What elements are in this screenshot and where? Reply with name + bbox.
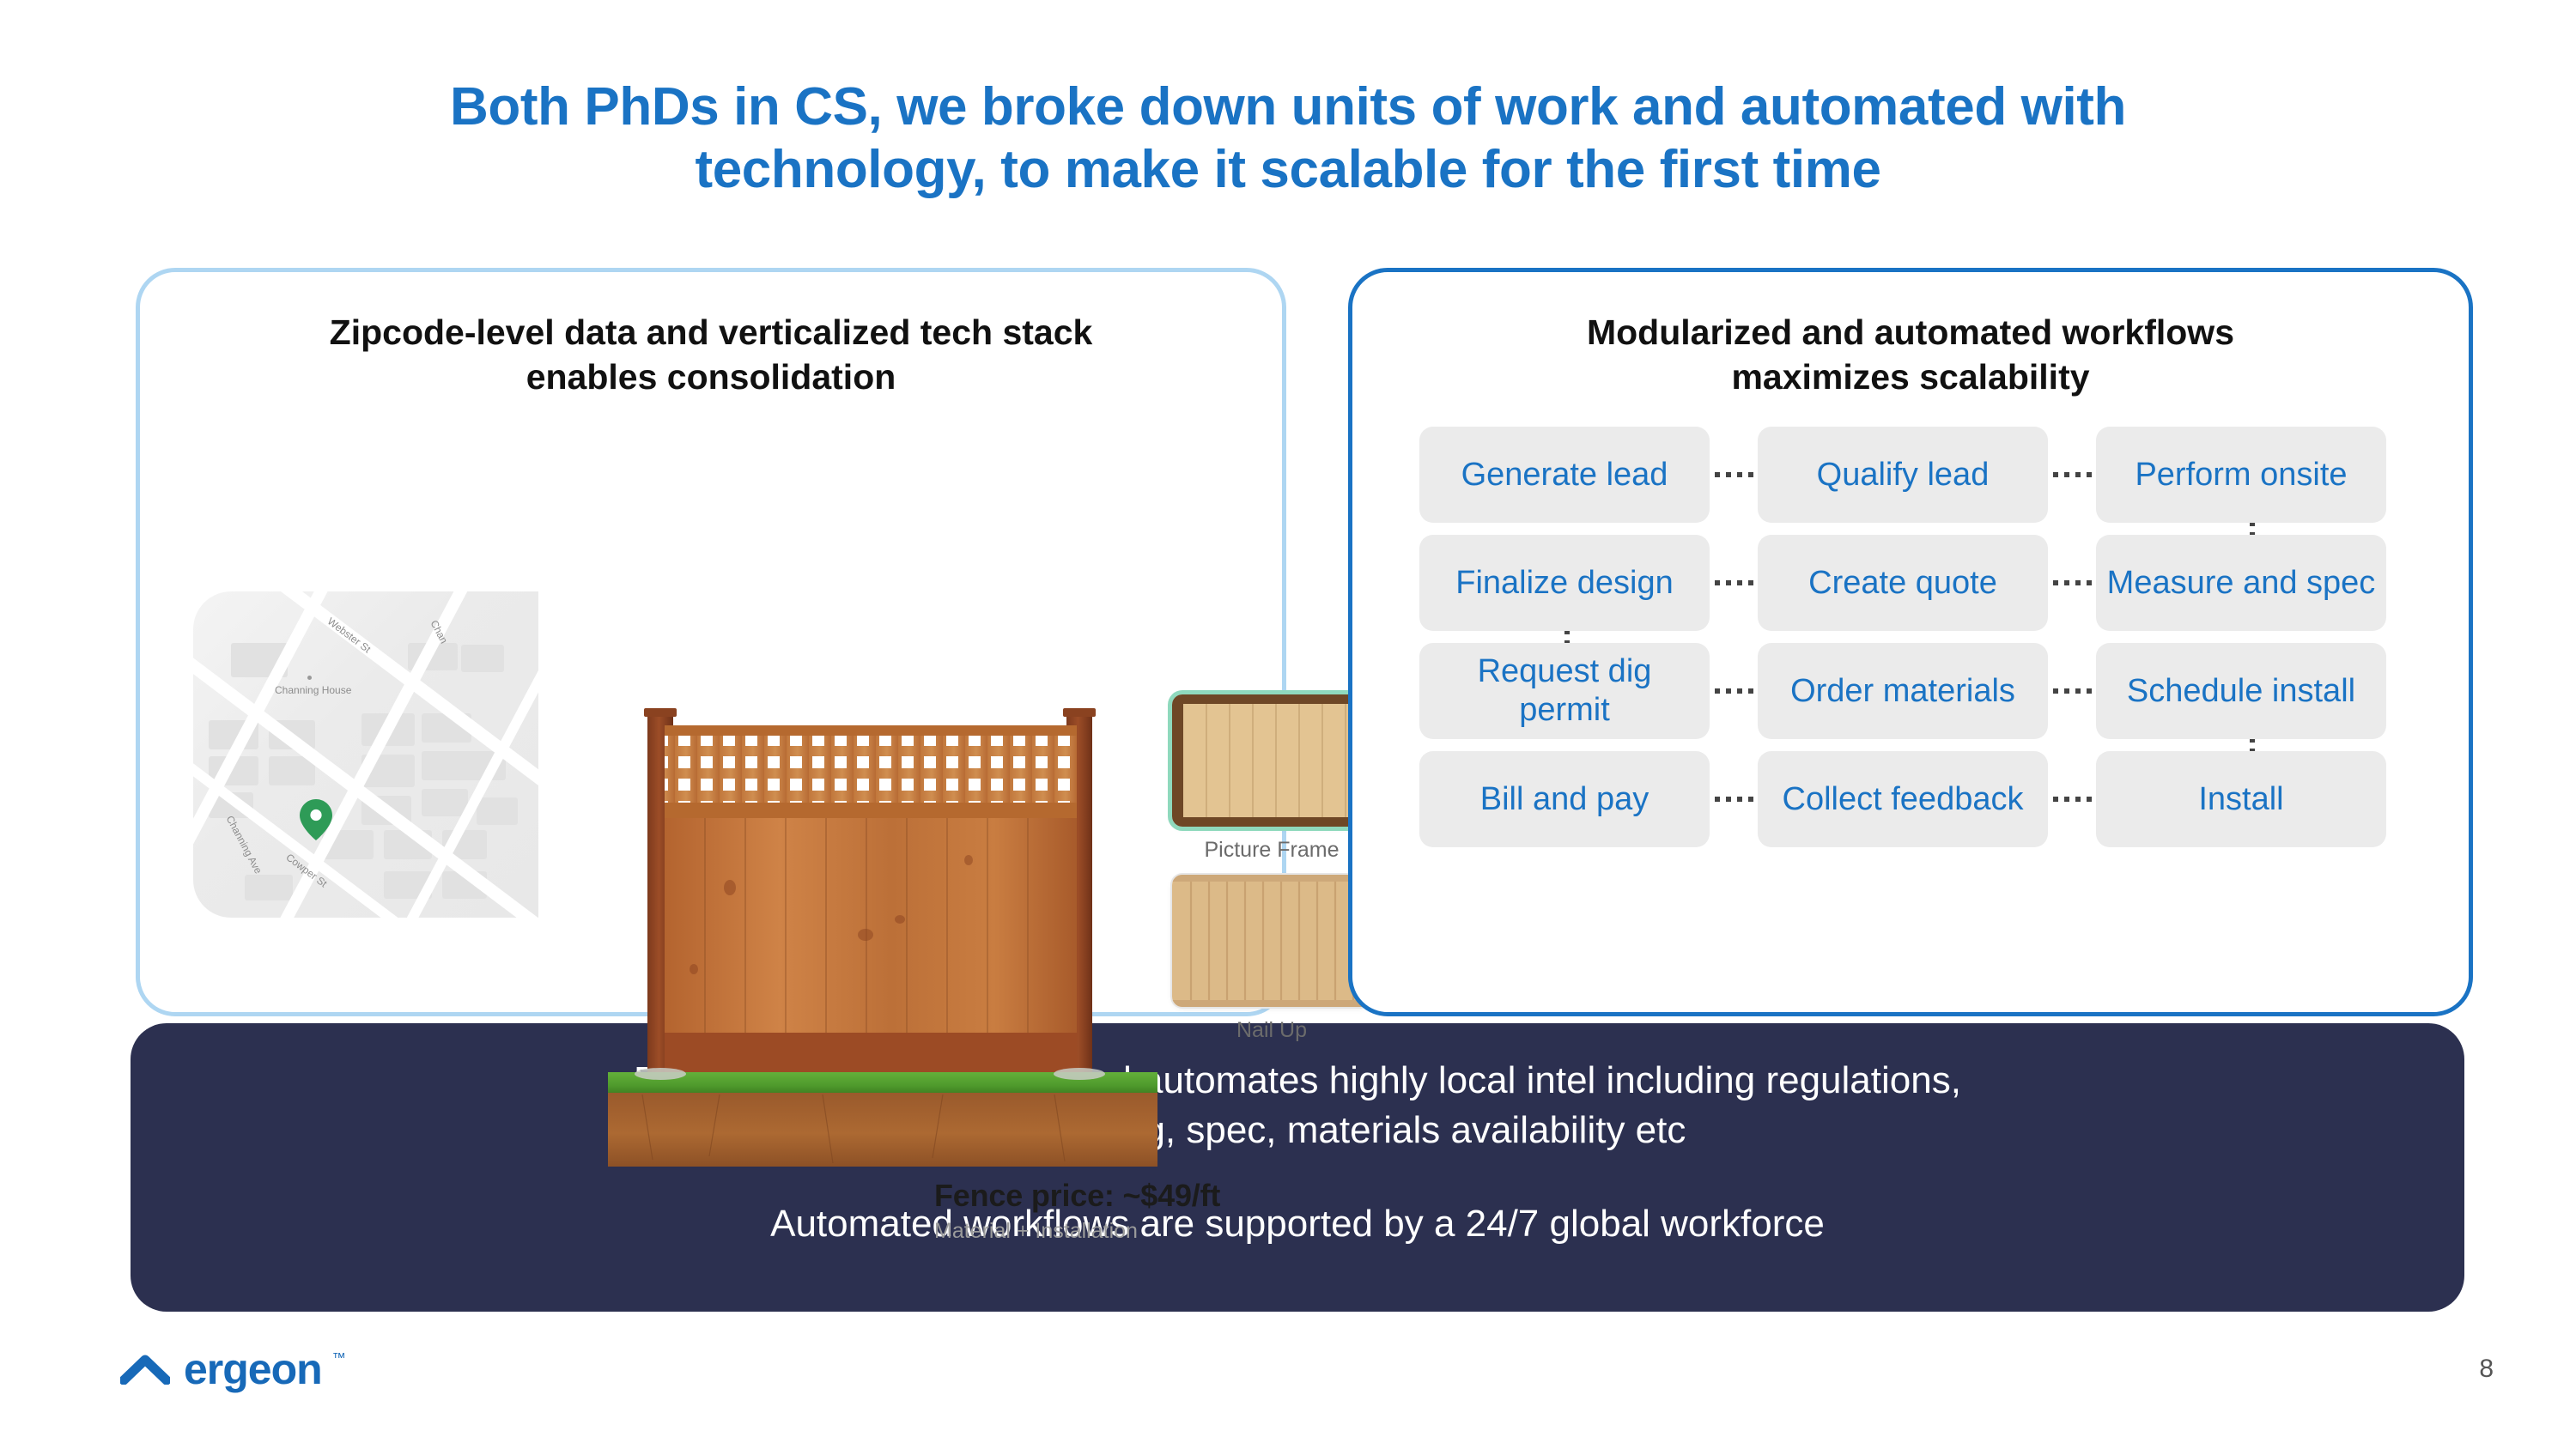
connector-dots bbox=[1710, 427, 1758, 523]
chevron-logo-icon bbox=[120, 1355, 170, 1385]
right-heading-line-1: Modularized and automated workflows bbox=[1586, 312, 2234, 352]
logo-trademark: ™ bbox=[331, 1351, 346, 1366]
connector-dots bbox=[1710, 643, 1758, 739]
connector-dots bbox=[2048, 427, 2096, 523]
workflow-step-install[interactable]: Install bbox=[2096, 751, 2386, 847]
workflow-step-schedule-install[interactable]: Schedule install bbox=[2096, 643, 2386, 739]
workflow-step-request-dig-permit[interactable]: Request dig permit bbox=[1419, 643, 1710, 739]
swatch-thumbnail-nail-up[interactable] bbox=[1172, 875, 1371, 1007]
fence-style-swatch-picture-frame[interactable]: Picture Frame bbox=[1172, 694, 1371, 863]
workflow-step-create-quote[interactable]: Create quote bbox=[1758, 535, 2048, 631]
connector-dots-vertical bbox=[2250, 739, 2255, 751]
right-heading-line-2: maximizes scalability bbox=[1731, 357, 2090, 397]
page-title: Both PhDs in CS, we broke down units of … bbox=[215, 76, 2361, 201]
workflow-step-measure-and-spec[interactable]: Measure and spec bbox=[2096, 535, 2386, 631]
location-pin-icon[interactable] bbox=[300, 799, 332, 840]
title-line-1: Both PhDs in CS, we broke down units of … bbox=[450, 77, 2126, 136]
right-panel: Modularized and automated workflows maxi… bbox=[1348, 268, 2473, 1016]
workflow-row-1: Generate lead Qualify lead Perform onsit… bbox=[1419, 427, 2400, 535]
map-poi-dot bbox=[307, 676, 312, 680]
workflow-row-3: Request dig permit Order materials Sched… bbox=[1419, 643, 2400, 751]
left-panel-heading: Zipcode-level data and verticalized tech… bbox=[174, 310, 1248, 400]
swatch-label-picture-frame: Picture Frame bbox=[1204, 838, 1340, 862]
workflow-step-generate-lead[interactable]: Generate lead bbox=[1419, 427, 1710, 523]
workflow-grid: Generate lead Qualify lead Perform onsit… bbox=[1419, 427, 2400, 859]
fence-price-block: Fence price: ~$49/ft Material + Installa… bbox=[934, 1178, 1220, 1244]
fence-price-note: Material + Installation bbox=[934, 1219, 1138, 1243]
right-panel-heading: Modularized and automated workflows maxi… bbox=[1387, 310, 2434, 400]
connector-dots-vertical bbox=[2250, 523, 2255, 535]
connector-dots bbox=[2048, 535, 2096, 631]
workflow-step-bill-and-pay[interactable]: Bill and pay bbox=[1419, 751, 1710, 847]
workflow-step-order-materials[interactable]: Order materials bbox=[1758, 643, 2048, 739]
workflow-row-2: Finalize design Create quote Measure and… bbox=[1419, 535, 2400, 643]
workflow-step-qualify-lead[interactable]: Qualify lead bbox=[1758, 427, 2048, 523]
connector-dots bbox=[2048, 751, 2096, 847]
title-line-2: technology, to make it scalable for the … bbox=[695, 140, 1881, 200]
swatch-thumbnail-picture-frame[interactable] bbox=[1172, 694, 1371, 827]
left-heading-line-1: Zipcode-level data and verticalized tech… bbox=[329, 312, 1093, 352]
workflow-step-finalize-design[interactable]: Finalize design bbox=[1419, 535, 1710, 631]
banner-line-3: Automated workflows are supported by a 2… bbox=[770, 1203, 1825, 1245]
banner-paragraph-2: Automated workflows are supported by a 2… bbox=[131, 1199, 2464, 1249]
page-number: 8 bbox=[2479, 1355, 2494, 1383]
summary-banner: Data engine consolidates and automates h… bbox=[131, 1023, 2464, 1312]
fence-price-value: Fence price: ~$49/ft bbox=[934, 1178, 1221, 1213]
map-label-channing-house: Channing House bbox=[275, 684, 352, 696]
left-heading-line-2: enables consolidation bbox=[526, 357, 896, 397]
connector-dots bbox=[1710, 535, 1758, 631]
fence-render-image bbox=[608, 686, 1157, 1175]
connector-dots-vertical bbox=[1564, 631, 1570, 643]
left-panel: Zipcode-level data and verticalized tech… bbox=[136, 268, 1371, 1243]
banner-paragraph-1: Data engine consolidates and automates h… bbox=[131, 1056, 2464, 1155]
ergeon-logo: ergeon ™ bbox=[120, 1348, 346, 1391]
fence-style-swatch-nail-up[interactable]: Nail Up bbox=[1172, 875, 1371, 1043]
workflow-row-4: Bill and pay Collect feedback Install bbox=[1419, 751, 2400, 847]
swatch-label-nail-up: Nail Up bbox=[1236, 1018, 1307, 1042]
slide-root: Both PhDs in CS, we broke down units of … bbox=[0, 0, 2576, 1449]
connector-dots bbox=[1710, 751, 1758, 847]
workflow-step-collect-feedback[interactable]: Collect feedback bbox=[1758, 751, 2048, 847]
workflow-step-perform-onsite[interactable]: Perform onsite bbox=[2096, 427, 2386, 523]
connector-dots bbox=[2048, 643, 2096, 739]
neighborhood-map: Channing House Webster St Chan Channing … bbox=[193, 591, 538, 918]
logo-wordmark: ergeon bbox=[184, 1345, 323, 1393]
